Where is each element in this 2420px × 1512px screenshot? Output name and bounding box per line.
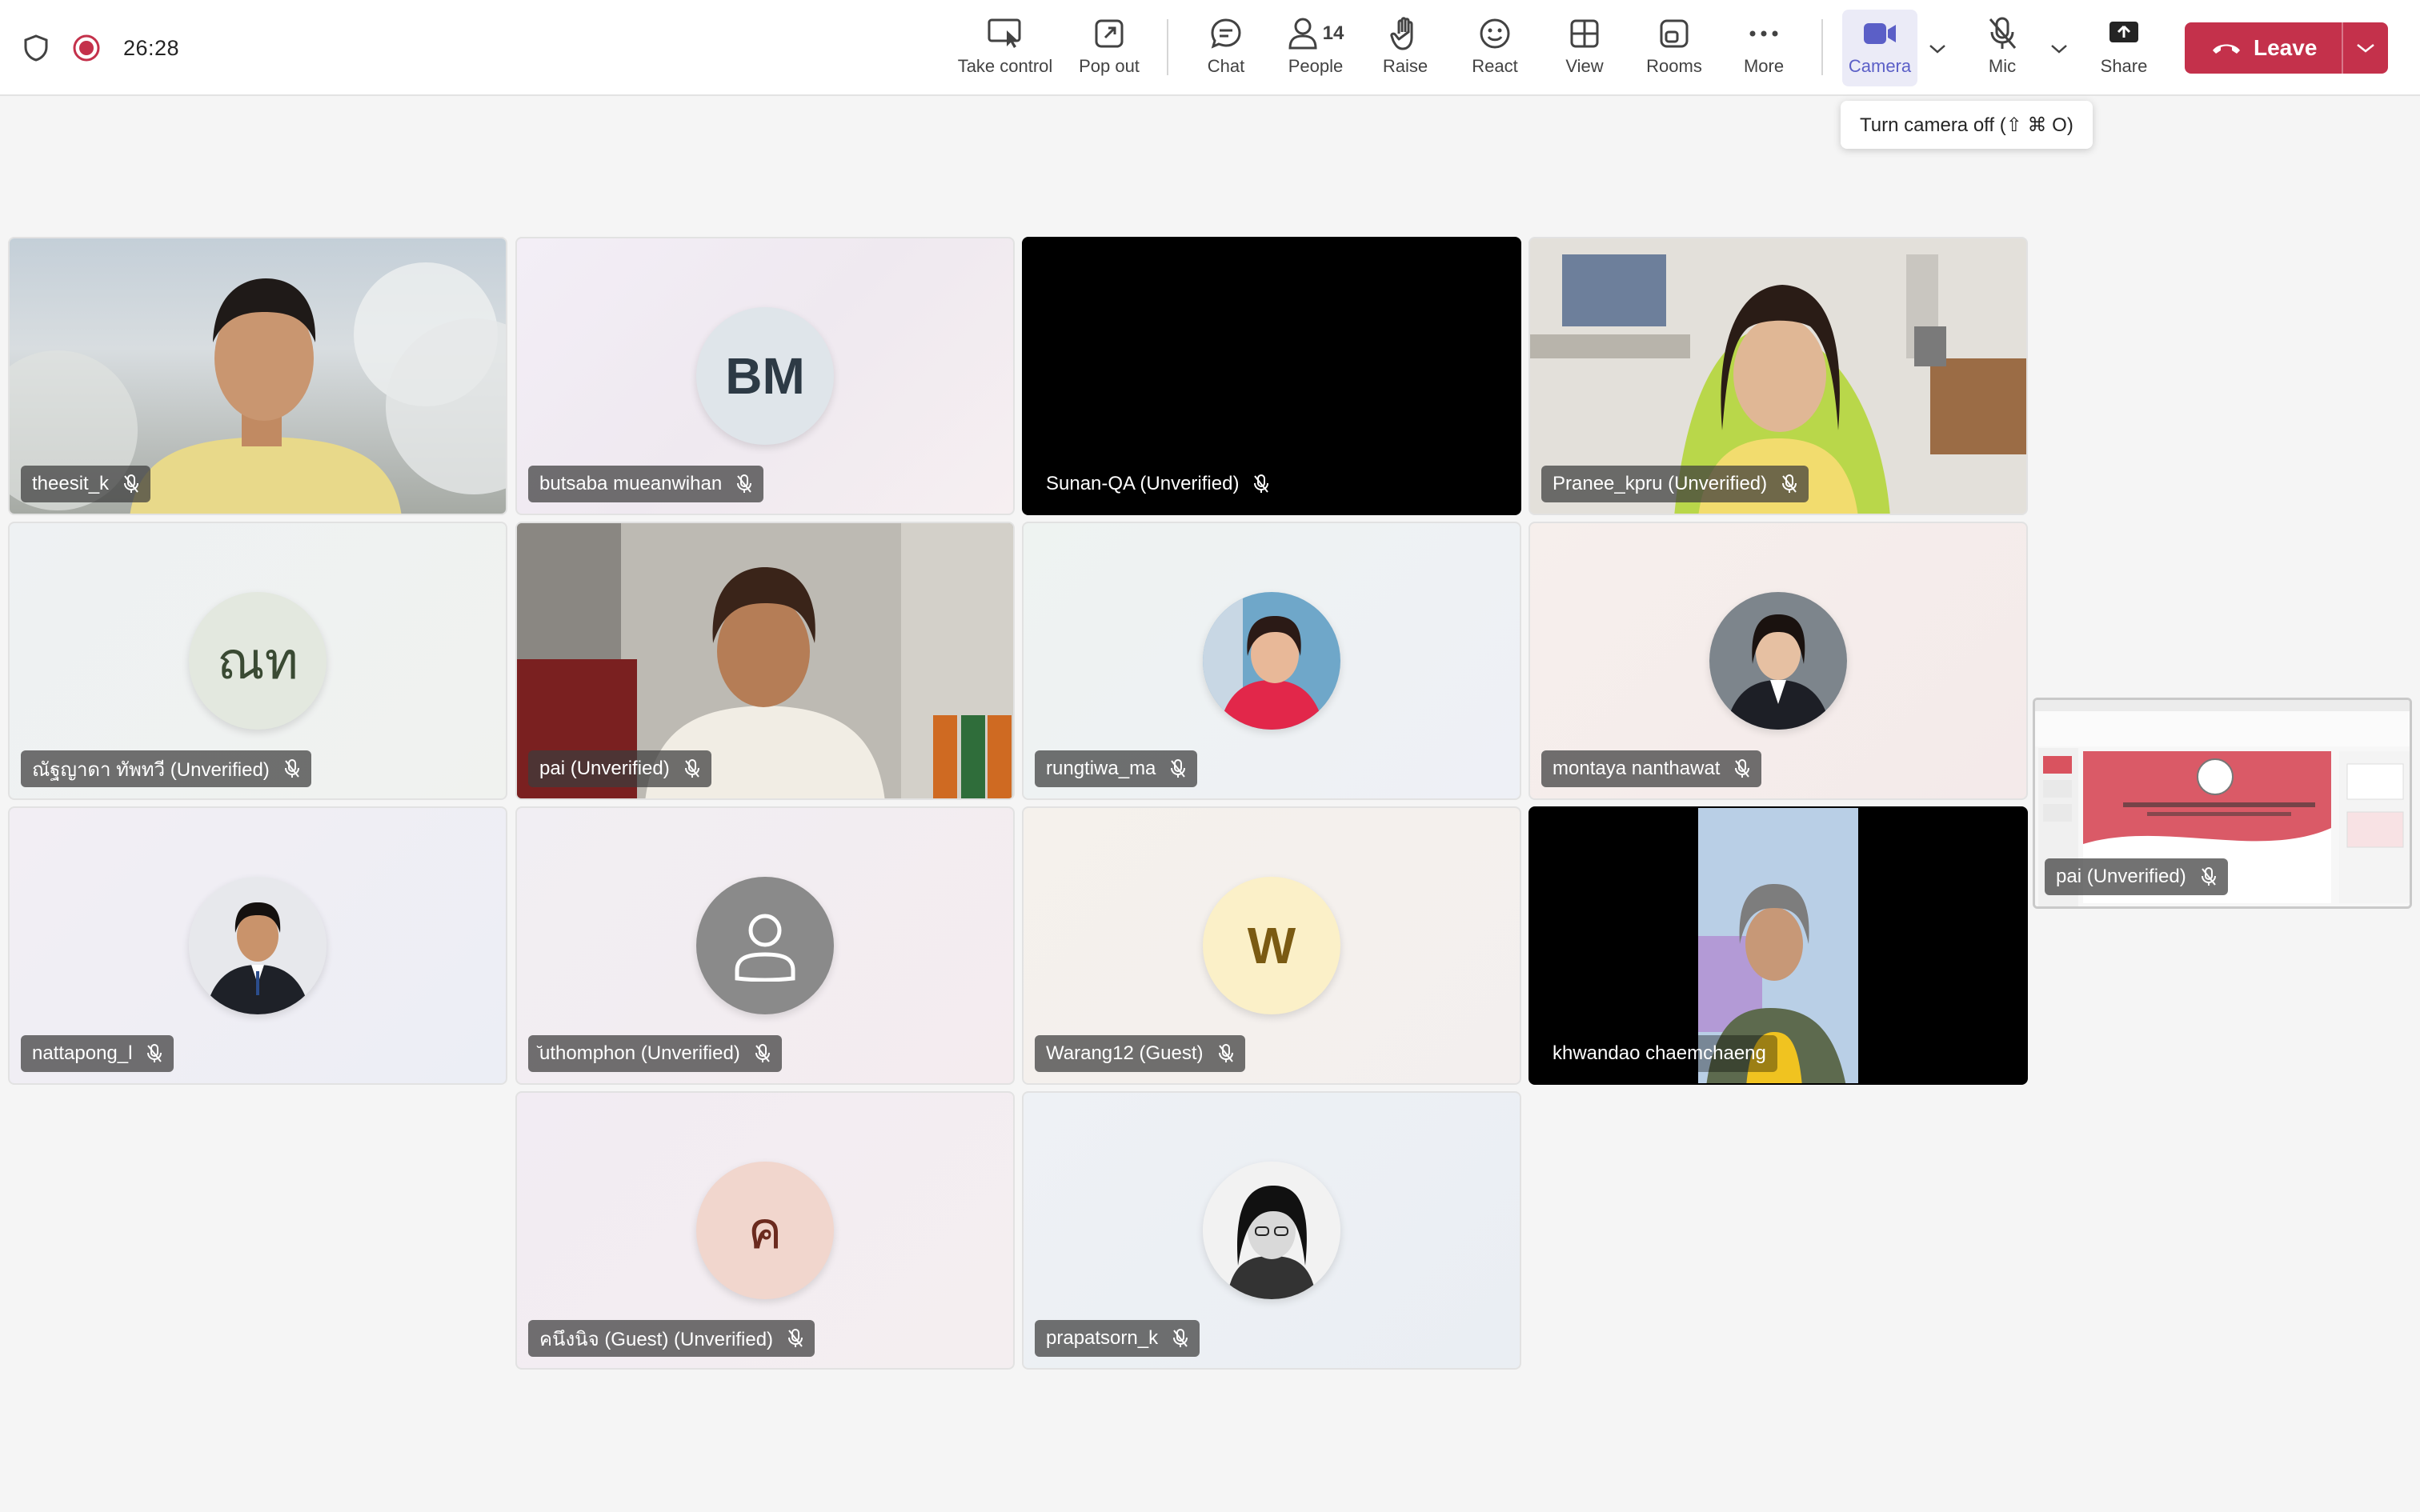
shield-icon[interactable] — [22, 34, 50, 62]
raise-hand-button[interactable]: Raise — [1357, 11, 1453, 85]
participant-avatar: BM — [696, 307, 834, 445]
participant-name-tag: butsaba mueanwihan — [528, 466, 764, 502]
participant-name-tag: nattapong_l — [21, 1035, 174, 1072]
leave-main[interactable]: Leave — [2185, 22, 2342, 74]
mic-off-icon — [1218, 1044, 1234, 1063]
mic-off-icon — [755, 1044, 771, 1063]
mic-options-caret[interactable] — [2045, 35, 2073, 62]
more-icon — [1749, 30, 1778, 37]
participant-name-tag: montaya nanthawat — [1541, 750, 1762, 787]
toolbar-divider — [1821, 19, 1823, 75]
participant-name-tag: khwandao chaemchaeng — [1541, 1035, 1777, 1072]
rooms-button[interactable]: Rooms — [1626, 11, 1722, 85]
participant-tile[interactable]: rungtiwa_ma — [1022, 522, 1521, 800]
pop-out-button[interactable]: Pop out — [1061, 11, 1157, 85]
video-camera-icon — [1864, 23, 1896, 44]
participant-name-tag: rungtiwa_ma — [1035, 750, 1198, 787]
mic-off-icon — [1989, 17, 2017, 49]
mic-off-icon — [284, 759, 300, 778]
mic-off-icon — [1781, 474, 1797, 494]
mic-off-icon — [2201, 867, 2217, 886]
share-screen-icon — [2109, 22, 2138, 42]
participant-tile[interactable]: khwandao chaemchaeng — [1529, 806, 2028, 1085]
view-button[interactable]: View — [1537, 11, 1633, 85]
toolbar-left: 26:28 — [22, 0, 179, 96]
mic-off-icon — [1253, 474, 1269, 494]
leave-button[interactable]: Leave — [2185, 22, 2388, 74]
participant-tile[interactable]: Pranee_kpru (Unverified) — [1529, 237, 2028, 515]
participant-name-tag: theesit_k — [21, 466, 151, 502]
chevron-down-icon — [1929, 45, 1945, 54]
participant-tile[interactable]: ̆uthomphon (Unverified) — [515, 806, 1015, 1085]
mic-off-icon — [787, 1329, 803, 1348]
person-icon — [735, 914, 795, 982]
participant-name-tag: ณัฐญาดา ทัพทวี (Unverified) — [21, 750, 311, 787]
mic-off-icon — [1170, 759, 1186, 778]
mic-off-icon — [684, 759, 700, 778]
camera-button[interactable]: Camera — [1832, 11, 1928, 85]
participant-tile[interactable]: nattapong_l — [8, 806, 507, 1085]
chat-icon — [1211, 18, 1241, 49]
rooms-icon — [1660, 19, 1689, 48]
participant-tile[interactable]: prapatsorn_k — [1022, 1091, 1521, 1370]
camera-options-caret[interactable] — [1924, 35, 1951, 62]
react-button[interactable]: React — [1447, 11, 1543, 85]
share-button[interactable]: Share — [2076, 11, 2172, 85]
participant-avatar: ณท — [189, 592, 327, 730]
mic-off-icon — [736, 474, 752, 494]
participant-avatar-generic — [696, 877, 834, 1014]
grid-view-icon — [1570, 19, 1599, 48]
participant-tile[interactable]: montaya nanthawat — [1529, 522, 2028, 800]
chat-button[interactable]: Chat — [1178, 11, 1274, 85]
participant-tile[interactable]: ค คนึงนิจ (Guest) (Unverified) — [515, 1091, 1015, 1370]
people-count: 14 — [1322, 22, 1344, 44]
participant-tile[interactable]: BM butsaba mueanwihan — [515, 237, 1015, 515]
hang-up-icon — [2213, 44, 2240, 54]
leave-options-caret[interactable] — [2343, 22, 2388, 74]
participant-name-tag: pai (Unverified) — [2045, 858, 2228, 895]
meeting-toolbar: 26:28 Take control Pop out Chat 14 Peopl… — [0, 0, 2420, 96]
participant-avatar-photo — [1203, 592, 1340, 730]
participant-tile[interactable]: theesit_k — [8, 237, 507, 515]
meeting-timer: 26:28 — [123, 35, 180, 60]
hand-icon — [1390, 17, 1413, 50]
smiley-icon — [1480, 18, 1510, 49]
participant-tile[interactable]: pai (Unverified) — [515, 522, 1015, 800]
mic-off-icon — [1734, 759, 1750, 778]
participant-avatar-photo — [1203, 1162, 1340, 1299]
participant-name-tag: ̆uthomphon (Unverified) — [528, 1035, 782, 1072]
participant-tile[interactable]: ณท ณัฐญาดา ทัพทวี (Unverified) — [8, 522, 507, 800]
mic-off-icon — [123, 474, 139, 494]
mic-button[interactable]: Mic — [1954, 11, 2050, 85]
participant-name-tag: prapatsorn_k — [1035, 1320, 1200, 1357]
participant-name-tag: Sunan-QA (Unverified) — [1035, 466, 1281, 502]
take-control-icon — [988, 18, 1021, 48]
participant-name-tag: pai (Unverified) — [528, 750, 711, 787]
participant-avatar: ค — [696, 1162, 834, 1299]
shared-screen-thumbnail[interactable]: pai (Unverified) — [2033, 698, 2412, 909]
people-icon — [1288, 18, 1317, 50]
mic-off-icon — [146, 1044, 162, 1063]
chevron-down-icon — [2051, 45, 2067, 54]
more-button[interactable]: More — [1716, 11, 1812, 85]
participant-name-tag: คนึงนิจ (Guest) (Unverified) — [528, 1320, 815, 1357]
toolbar-divider — [1167, 19, 1168, 75]
participant-avatar-photo — [1709, 592, 1847, 730]
participant-avatar-photo — [189, 877, 327, 1014]
camera-tooltip: Turn camera off (⇧ ⌘ O) — [1841, 101, 2093, 149]
people-button[interactable]: 14 People — [1268, 11, 1364, 85]
participant-tile[interactable]: Sunan-QA (Unverified) — [1022, 237, 1521, 515]
pop-out-icon — [1095, 19, 1124, 48]
participant-avatar: W — [1203, 877, 1340, 1014]
take-control-button[interactable]: Take control — [957, 11, 1053, 85]
recording-icon — [72, 34, 101, 62]
participant-tile[interactable]: W Warang12 (Guest) — [1022, 806, 1521, 1085]
participant-name-tag: Pranee_kpru (Unverified) — [1541, 466, 1809, 502]
participant-name-tag: Warang12 (Guest) — [1035, 1035, 1245, 1072]
mic-off-icon — [1172, 1329, 1188, 1348]
chevron-down-icon — [2357, 44, 2374, 53]
